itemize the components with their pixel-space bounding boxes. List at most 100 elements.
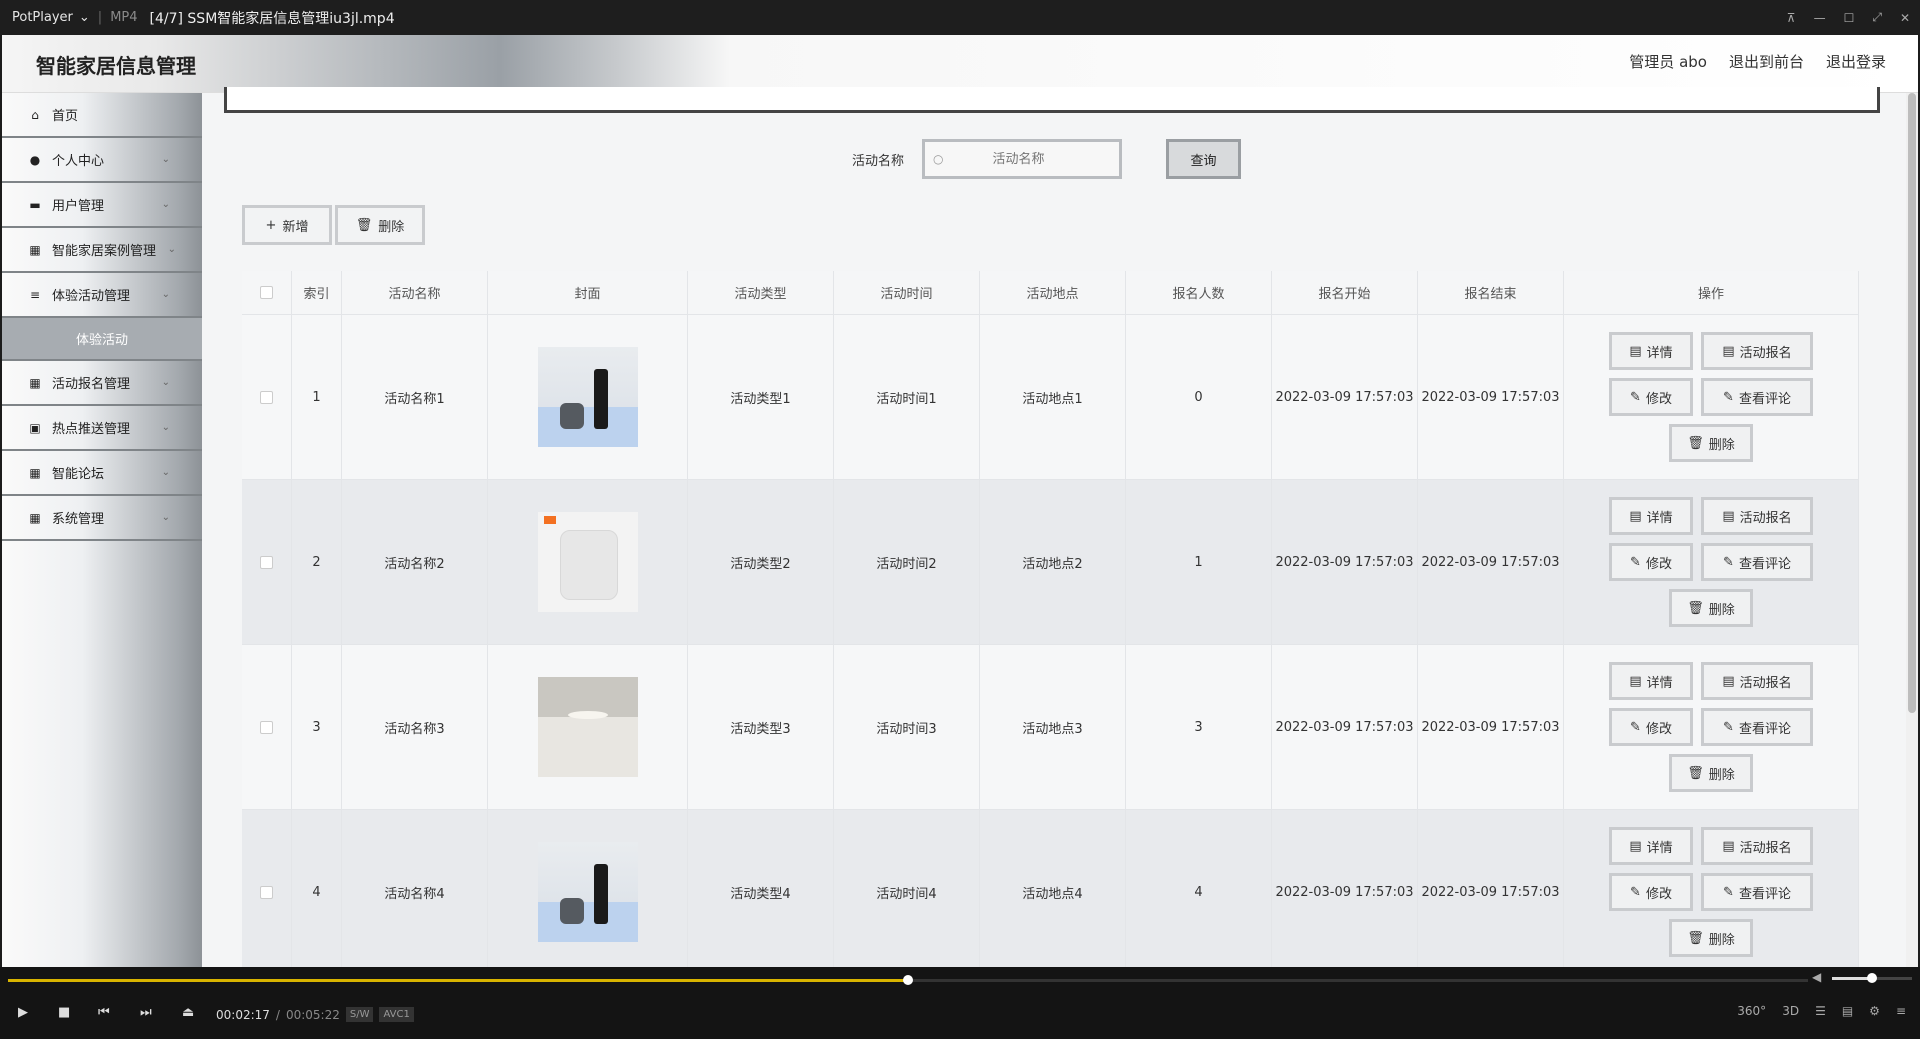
count-cell: 4 xyxy=(1126,810,1272,967)
app-window: PotPlayer ⌄ | MP4 [4/7] SSM智能家居信息管理iu3jl.… xyxy=(0,0,1920,1039)
sidebar-item-system[interactable]: ▦ 系统管理 ⌄ xyxy=(2,496,202,541)
sidebar-item-label: 热点推送管理 xyxy=(52,422,131,437)
view-comments-button[interactable]: ✎ 查看评论 xyxy=(1701,708,1813,746)
sidebar-item-case-management[interactable]: ▦ 智能家居案例管理 ⌄ xyxy=(2,228,202,273)
play-icon[interactable]: ▶ xyxy=(18,1005,28,1020)
logout-link[interactable]: 退出登录 xyxy=(1826,51,1886,72)
previous-icon[interactable]: ⏮ xyxy=(98,1005,110,1020)
sw-decoder-tag[interactable]: S/W xyxy=(345,1007,374,1022)
sidebar-item-label: 智能家居案例管理 xyxy=(52,244,157,259)
trash-icon: 🗑 xyxy=(1687,435,1704,451)
document-icon: ▤ xyxy=(1629,343,1642,359)
column-header: 报名开始 xyxy=(1272,271,1418,314)
row-checkbox[interactable] xyxy=(260,390,273,404)
start-cell: 2022-03-09 17:57:03 xyxy=(1272,645,1418,809)
count-cell: 0 xyxy=(1126,315,1272,479)
name-cell: 活动名称2 xyxy=(342,480,488,644)
settings-icon[interactable]: ⚙ xyxy=(1869,1004,1880,1018)
edit-button[interactable]: ✎ 修改 xyxy=(1609,543,1693,581)
page-scrollbar[interactable] xyxy=(1906,93,1918,967)
volume-icon[interactable]: ◀ xyxy=(1812,970,1821,984)
sidebar-item-activity-management[interactable]: ≡ 体验活动管理 ⌄ xyxy=(2,273,202,318)
start-cell: 2022-03-09 17:57:03 xyxy=(1272,315,1418,479)
3d-button[interactable]: 3D xyxy=(1782,1004,1799,1018)
sidebar-item-forum[interactable]: ▦ 智能论坛 ⌄ xyxy=(2,451,202,496)
seek-bar[interactable] xyxy=(8,975,1808,985)
document-icon: ▤ xyxy=(1722,508,1735,524)
sidebar-item-personal-center[interactable]: ● 个人中心 ⌄ xyxy=(2,138,202,183)
signup-button[interactable]: ▤ 活动报名 xyxy=(1701,662,1813,700)
edit-button[interactable]: ✎ 修改 xyxy=(1609,873,1693,911)
menu-icon[interactable]: ≡ xyxy=(1896,1004,1906,1018)
end-cell: 2022-03-09 17:57:03 xyxy=(1418,810,1564,967)
volume-handle[interactable] xyxy=(1867,973,1877,983)
column-header: 活动类型 xyxy=(688,271,834,314)
table-header-row: 索引 活动名称 封面 活动类型 活动时间 活动地点 报名人数 报名开始 报名结束… xyxy=(242,271,1859,315)
edit-button[interactable]: ✎ 修改 xyxy=(1609,708,1693,746)
view-comments-button[interactable]: ✎ 查看评论 xyxy=(1701,543,1813,581)
document-icon: ▤ xyxy=(1722,343,1735,359)
site-header: 智能家居信息管理 管理员 abo 退出到前台 退出登录 xyxy=(2,35,1918,93)
back-to-front-link[interactable]: 退出到前台 xyxy=(1729,51,1804,72)
pencil-icon: ✎ xyxy=(1723,884,1734,900)
row-delete-button[interactable]: 🗑 删除 xyxy=(1669,919,1753,957)
seek-progress xyxy=(8,979,908,982)
chevron-down-icon: ⌄ xyxy=(78,10,90,25)
vr-360-button[interactable]: 360° xyxy=(1737,1004,1766,1018)
current-user: 管理员 abo xyxy=(1629,53,1707,71)
fullscreen-icon[interactable]: ⤢ xyxy=(1872,10,1882,25)
detail-button[interactable]: ▤ 详情 xyxy=(1609,827,1693,865)
query-button[interactable]: 查询 xyxy=(1166,139,1241,179)
total-time: 00:05:22 xyxy=(285,1007,340,1022)
view-comments-button[interactable]: ✎ 查看评论 xyxy=(1701,378,1813,416)
button-label: 修改 xyxy=(1645,721,1672,737)
row-delete-button[interactable]: 🗑 删除 xyxy=(1669,589,1753,627)
column-header: 操作 xyxy=(1564,271,1859,314)
maximize-icon[interactable]: ☐ xyxy=(1844,11,1855,25)
row-checkbox[interactable] xyxy=(260,555,273,569)
row-checkbox[interactable] xyxy=(260,720,273,734)
next-icon[interactable]: ⏭ xyxy=(140,1005,152,1020)
batch-delete-button[interactable]: 🗑 删除 xyxy=(335,205,425,245)
detail-button[interactable]: ▤ 详情 xyxy=(1609,497,1693,535)
close-icon[interactable]: ✕ xyxy=(1900,11,1910,25)
codec-tag[interactable]: AVC1 xyxy=(379,1007,414,1022)
signup-button[interactable]: ▤ 活动报名 xyxy=(1701,827,1813,865)
signup-button[interactable]: ▤ 活动报名 xyxy=(1701,332,1813,370)
chevron-down-icon: ⌄ xyxy=(161,422,170,433)
sidebar-item-hot-push[interactable]: ▣ 热点推送管理 ⌄ xyxy=(2,406,202,451)
ops-cell: ▤ 详情 ▤ 活动报名 ✎ 修改 ✎ 查看评论 🗑 删除 xyxy=(1564,480,1859,644)
playlist-icon[interactable]: ☰ xyxy=(1815,1004,1826,1018)
seek-handle[interactable] xyxy=(903,975,913,985)
signup-button[interactable]: ▤ 活动报名 xyxy=(1701,497,1813,535)
volume-slider[interactable] xyxy=(1832,973,1912,983)
eject-icon[interactable]: ⏏ xyxy=(182,1005,194,1020)
detail-button[interactable]: ▤ 详情 xyxy=(1609,332,1693,370)
detail-button[interactable]: ▤ 详情 xyxy=(1609,662,1693,700)
stop-icon[interactable]: ■ xyxy=(58,1005,70,1020)
edit-button[interactable]: ✎ 修改 xyxy=(1609,378,1693,416)
column-header: 索引 xyxy=(292,271,342,314)
scrollbar-thumb[interactable] xyxy=(1908,93,1916,713)
add-button[interactable]: + 新增 xyxy=(242,205,332,245)
player-menu-button[interactable]: PotPlayer ⌄ xyxy=(0,10,90,25)
view-comments-button[interactable]: ✎ 查看评论 xyxy=(1701,873,1813,911)
sidebar-item-user-management[interactable]: ▬ 用户管理 ⌄ xyxy=(2,183,202,228)
pin-icon[interactable]: ⊼ xyxy=(1787,11,1796,25)
sidebar-item-label: 活动报名管理 xyxy=(52,377,131,392)
search-input[interactable] xyxy=(943,151,1094,167)
button-label: 修改 xyxy=(1645,391,1672,407)
subtitle-icon[interactable]: ▤ xyxy=(1842,1004,1853,1018)
chevron-down-icon: ⌄ xyxy=(161,467,170,478)
row-checkbox[interactable] xyxy=(260,885,273,899)
cover-image xyxy=(537,347,638,447)
sidebar: ⌂ 首页 ● 个人中心 ⌄ ▬ 用户管理 ⌄ ▦ 智能家居案例管理 ⌄ ≡ 体验活动管理 ⌄ 体验… xyxy=(2,93,202,967)
row-delete-button[interactable]: 🗑 删除 xyxy=(1669,424,1753,462)
sidebar-item-home[interactable]: ⌂ 首页 xyxy=(2,93,202,138)
select-all-checkbox[interactable] xyxy=(260,286,273,299)
sidebar-subitem-activities[interactable]: 体验活动 xyxy=(2,318,202,361)
row-delete-button[interactable]: 🗑 删除 xyxy=(1669,754,1753,792)
web-page: 智能家居信息管理 管理员 abo 退出到前台 退出登录 ⌂ 首页 ● 个人中心 ⌄ ▬… xyxy=(2,35,1918,967)
minimize-icon[interactable]: — xyxy=(1814,11,1826,25)
sidebar-item-signup-management[interactable]: ▦ 活动报名管理 ⌄ xyxy=(2,361,202,406)
